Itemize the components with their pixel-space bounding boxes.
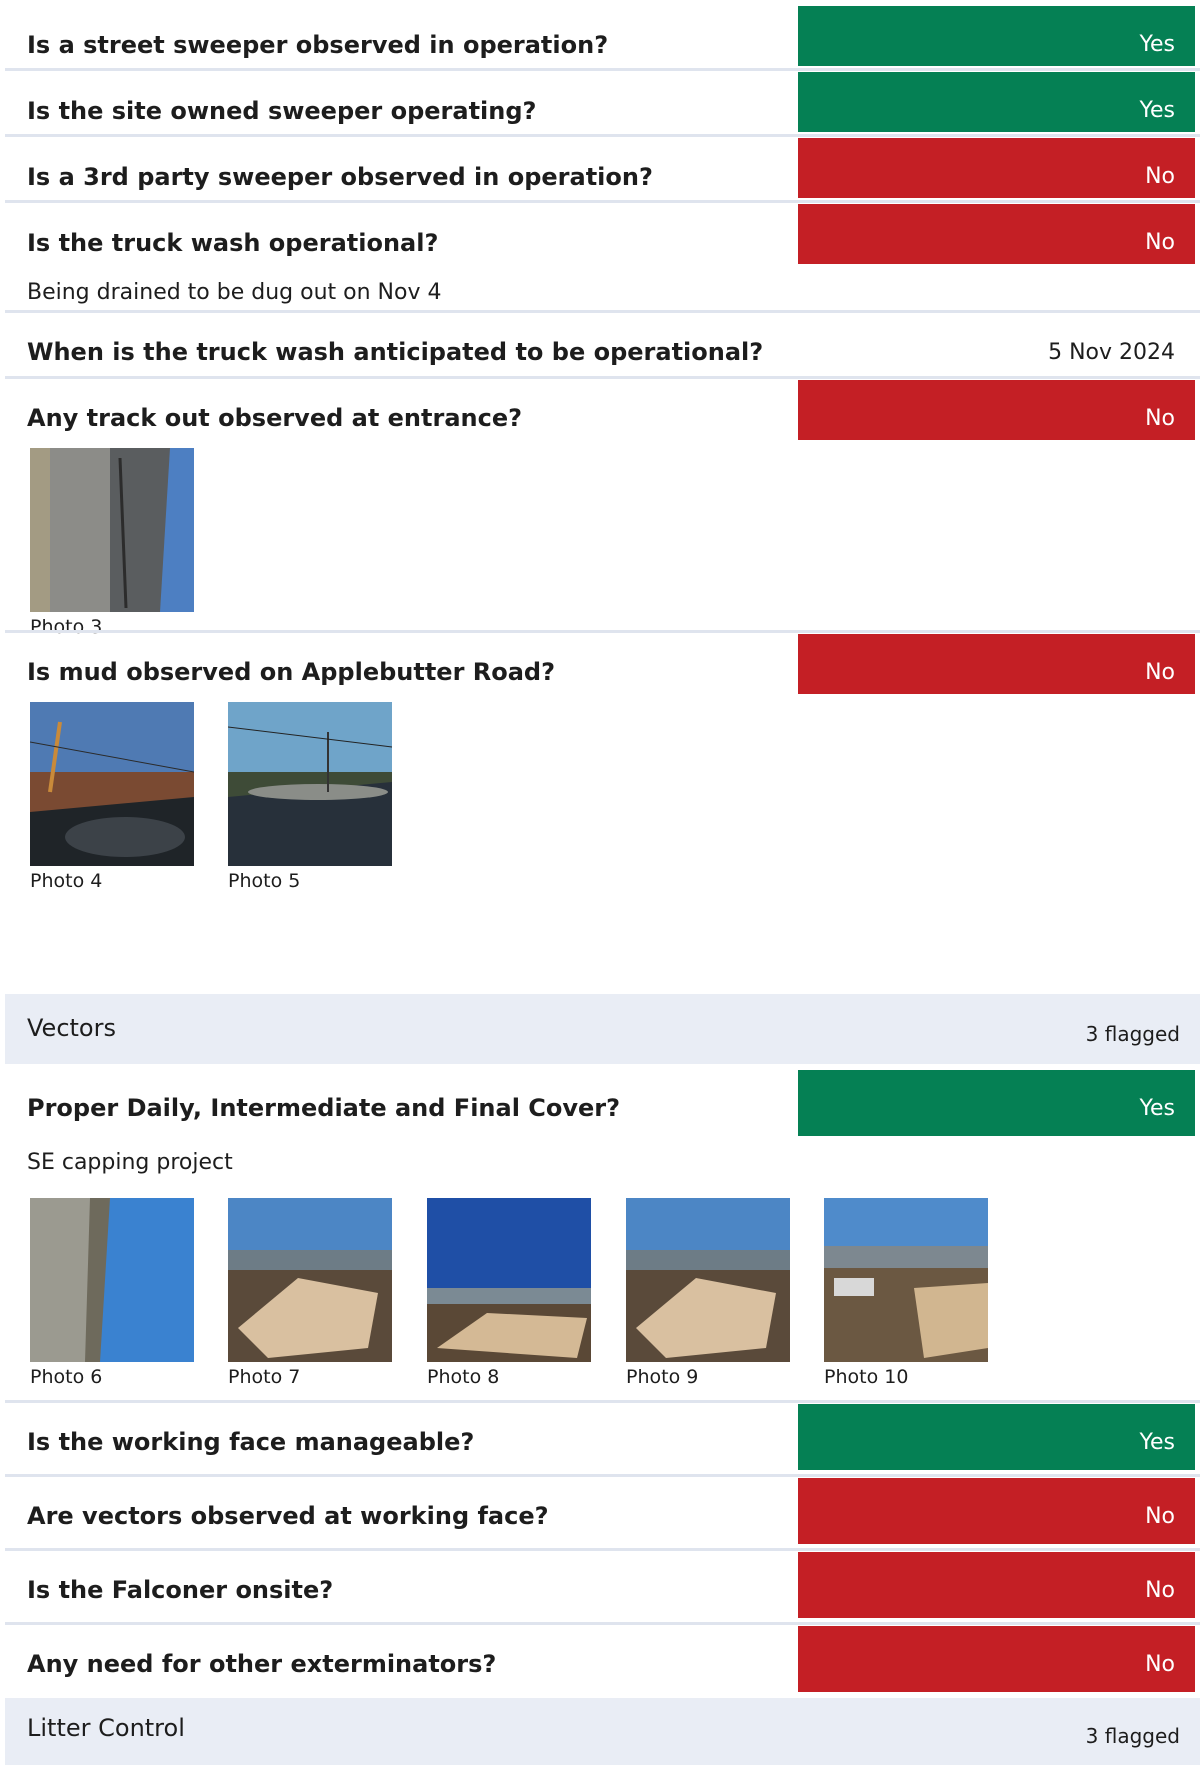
section-header-vectors: Vectors 3 flagged xyxy=(5,994,1200,1064)
photo-thumbnail[interactable]: Photo 10 xyxy=(824,1198,988,1388)
photo-9-image xyxy=(626,1198,790,1362)
photo-thumbnail[interactable]: Photo 7 xyxy=(228,1198,392,1388)
photo-caption: Photo 5 xyxy=(228,870,301,892)
answer-no-badge: No xyxy=(798,380,1195,440)
row-separator xyxy=(5,134,1200,137)
photo-caption: Photo 4 xyxy=(30,870,103,892)
question-text: Are vectors observed at working face? xyxy=(27,1502,549,1530)
answer-yes-badge: Yes xyxy=(798,6,1195,66)
photo-thumbnail[interactable]: Photo 6 xyxy=(30,1198,194,1388)
question-note: SE capping project xyxy=(27,1150,233,1175)
section-title: Litter Control xyxy=(27,1714,185,1742)
photo-thumbnail[interactable]: Photo 8 xyxy=(427,1198,591,1388)
answer-no-badge: No xyxy=(798,634,1195,694)
answer-no-badge: No xyxy=(798,1552,1195,1618)
question-text: Is the Falconer onsite? xyxy=(27,1576,334,1604)
answer-no-badge: No xyxy=(798,204,1195,264)
photo-4-image xyxy=(30,702,194,866)
section-header-litter-control: Litter Control 3 flagged xyxy=(5,1698,1200,1765)
photo-caption: Photo 8 xyxy=(427,1366,500,1388)
photo-thumbnail[interactable]: Photo 9 xyxy=(626,1198,790,1388)
photo-8-image xyxy=(427,1198,591,1362)
photo-5-image xyxy=(228,702,392,866)
row-separator xyxy=(5,376,1200,379)
section-flag-count: 3 flagged xyxy=(1085,1724,1180,1748)
inspection-report: Is a street sweeper observed in operatio… xyxy=(0,0,1200,1765)
photo-3-image xyxy=(30,448,194,612)
answer-no-badge: No xyxy=(798,138,1195,198)
row-separator xyxy=(5,68,1200,71)
photo-10-image xyxy=(824,1198,988,1362)
photo-caption: Photo 9 xyxy=(626,1366,699,1388)
question-text: Any need for other exterminators? xyxy=(27,1650,497,1678)
photo-caption: Photo 10 xyxy=(824,1366,909,1388)
photo-6-image xyxy=(30,1198,194,1362)
question-note: Being drained to be dug out on Nov 4 xyxy=(27,280,442,305)
answer-yes-badge: Yes xyxy=(798,72,1195,132)
question-text: Is a 3rd party sweeper observed in opera… xyxy=(27,163,653,191)
photo-thumbnail[interactable]: Photo 4 xyxy=(30,702,194,892)
photo-thumbnail[interactable]: Photo 5 xyxy=(228,702,392,892)
photo-thumbnail[interactable]: Photo 3 xyxy=(30,448,194,638)
photo-caption: Photo 6 xyxy=(30,1366,103,1388)
row-separator xyxy=(5,1548,1200,1551)
section-title: Vectors xyxy=(27,1014,116,1042)
question-text: Any track out observed at entrance? xyxy=(27,404,523,432)
section-flag-count: 3 flagged xyxy=(1085,1022,1180,1046)
question-text: Is the working face manageable? xyxy=(27,1428,475,1456)
question-text: Is a street sweeper observed in operatio… xyxy=(27,31,609,59)
row-separator xyxy=(5,1400,1200,1403)
answer-yes-badge: Yes xyxy=(798,1070,1195,1136)
question-text: Proper Daily, Intermediate and Final Cov… xyxy=(27,1094,621,1122)
answer-date: 5 Nov 2024 xyxy=(1048,340,1175,365)
question-text: When is the truck wash anticipated to be… xyxy=(27,338,764,366)
question-text: Is mud observed on Applebutter Road? xyxy=(27,658,556,686)
answer-yes-badge: Yes xyxy=(798,1404,1195,1470)
row-separator xyxy=(5,310,1200,313)
question-text: Is the site owned sweeper operating? xyxy=(27,97,537,125)
question-text: Is the truck wash operational? xyxy=(27,229,439,257)
row-separator xyxy=(5,1474,1200,1477)
row-separator xyxy=(5,200,1200,203)
answer-no-badge: No xyxy=(798,1478,1195,1544)
photo-7-image xyxy=(228,1198,392,1362)
photo-caption: Photo 7 xyxy=(228,1366,301,1388)
row-separator xyxy=(5,630,1200,633)
row-separator xyxy=(5,1622,1200,1625)
answer-no-badge: No xyxy=(798,1626,1195,1692)
